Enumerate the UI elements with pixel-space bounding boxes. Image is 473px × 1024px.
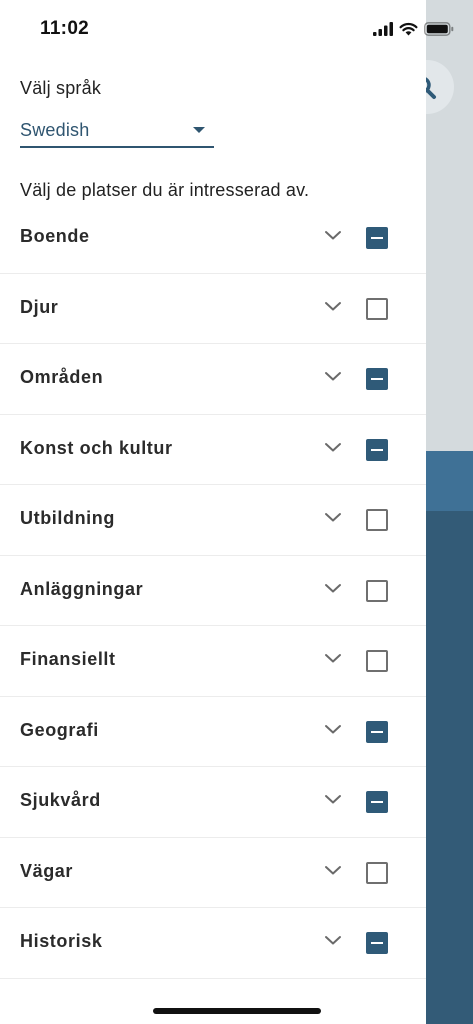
background-app bbox=[400, 0, 473, 1024]
wifi-icon bbox=[399, 22, 418, 36]
checkbox-unchecked[interactable] bbox=[366, 297, 388, 320]
category-row[interactable]: Sjukvård bbox=[0, 767, 426, 838]
checkbox-indeterminate[interactable] bbox=[366, 932, 388, 954]
category-row[interactable]: Konst och kultur bbox=[0, 415, 426, 485]
chevron-down-icon[interactable] bbox=[324, 229, 342, 241]
checkbox-indeterminate[interactable] bbox=[366, 368, 388, 390]
category-label: Utbildning bbox=[20, 508, 115, 528]
background-header-band bbox=[426, 451, 473, 511]
checkbox-indeterminate[interactable] bbox=[366, 227, 388, 249]
status-bar: 11:02 bbox=[0, 0, 454, 54]
chevron-down-icon[interactable] bbox=[324, 441, 342, 453]
category-list: Boende Djur Områden Konst och kultur Utbildn… bbox=[0, 203, 426, 979]
category-label: Finansiellt bbox=[20, 649, 116, 669]
category-label: Anläggningar bbox=[20, 578, 144, 599]
category-label: Historisk bbox=[20, 931, 103, 951]
background-panel bbox=[426, 511, 473, 1024]
dropdown-caret-icon bbox=[193, 127, 205, 133]
language-label: Välj språk bbox=[20, 78, 102, 98]
category-label: Konst och kultur bbox=[20, 437, 173, 458]
category-label: Sjukvård bbox=[20, 790, 101, 810]
checkbox-unchecked[interactable] bbox=[366, 509, 388, 531]
category-label: Boende bbox=[20, 226, 90, 246]
chevron-down-icon[interactable] bbox=[324, 370, 342, 382]
chevron-down-icon[interactable] bbox=[324, 511, 342, 523]
checkbox-unchecked[interactable] bbox=[366, 861, 388, 884]
chevron-down-icon[interactable] bbox=[324, 582, 342, 594]
status-icons bbox=[373, 19, 454, 39]
checkbox-unchecked[interactable] bbox=[366, 579, 388, 602]
category-row[interactable]: Utbildning bbox=[0, 485, 426, 556]
chevron-down-icon[interactable] bbox=[324, 934, 342, 946]
chevron-down-icon[interactable] bbox=[324, 793, 342, 805]
chevron-down-icon[interactable] bbox=[324, 652, 342, 664]
home-indicator bbox=[153, 1008, 321, 1014]
battery-icon bbox=[424, 22, 454, 36]
category-row[interactable]: Boende bbox=[0, 203, 426, 274]
checkbox-indeterminate[interactable] bbox=[366, 791, 388, 813]
category-row[interactable]: Geografi bbox=[0, 697, 426, 767]
category-label: Geografi bbox=[20, 719, 99, 740]
category-row[interactable]: Finansiellt bbox=[0, 626, 426, 697]
category-row[interactable]: Djur bbox=[0, 274, 426, 344]
language-dropdown[interactable]: Swedish bbox=[20, 112, 214, 148]
checkbox-indeterminate[interactable] bbox=[366, 720, 388, 743]
category-row[interactable]: Områden bbox=[0, 344, 426, 415]
category-label: Djur bbox=[20, 296, 59, 317]
category-row[interactable]: Historisk bbox=[0, 908, 426, 979]
category-row[interactable]: Anläggningar bbox=[0, 556, 426, 626]
settings-drawer: 11:02 Välj språk Swedish Välj de platser… bbox=[0, 0, 454, 1024]
language-selected-value: Swedish bbox=[20, 120, 90, 140]
chevron-down-icon[interactable] bbox=[324, 723, 342, 735]
category-label: Vägar bbox=[20, 860, 74, 881]
status-time: 11:02 bbox=[40, 18, 90, 39]
places-label: Välj de platser du är intresserad av. bbox=[20, 180, 310, 200]
category-label: Områden bbox=[20, 367, 104, 387]
chevron-down-icon[interactable] bbox=[324, 300, 342, 312]
checkbox-unchecked[interactable] bbox=[366, 650, 388, 672]
cellular-signal-icon bbox=[373, 22, 393, 36]
chevron-down-icon[interactable] bbox=[324, 864, 342, 876]
checkbox-indeterminate[interactable] bbox=[366, 438, 388, 461]
category-row[interactable]: Vägar bbox=[0, 838, 426, 908]
